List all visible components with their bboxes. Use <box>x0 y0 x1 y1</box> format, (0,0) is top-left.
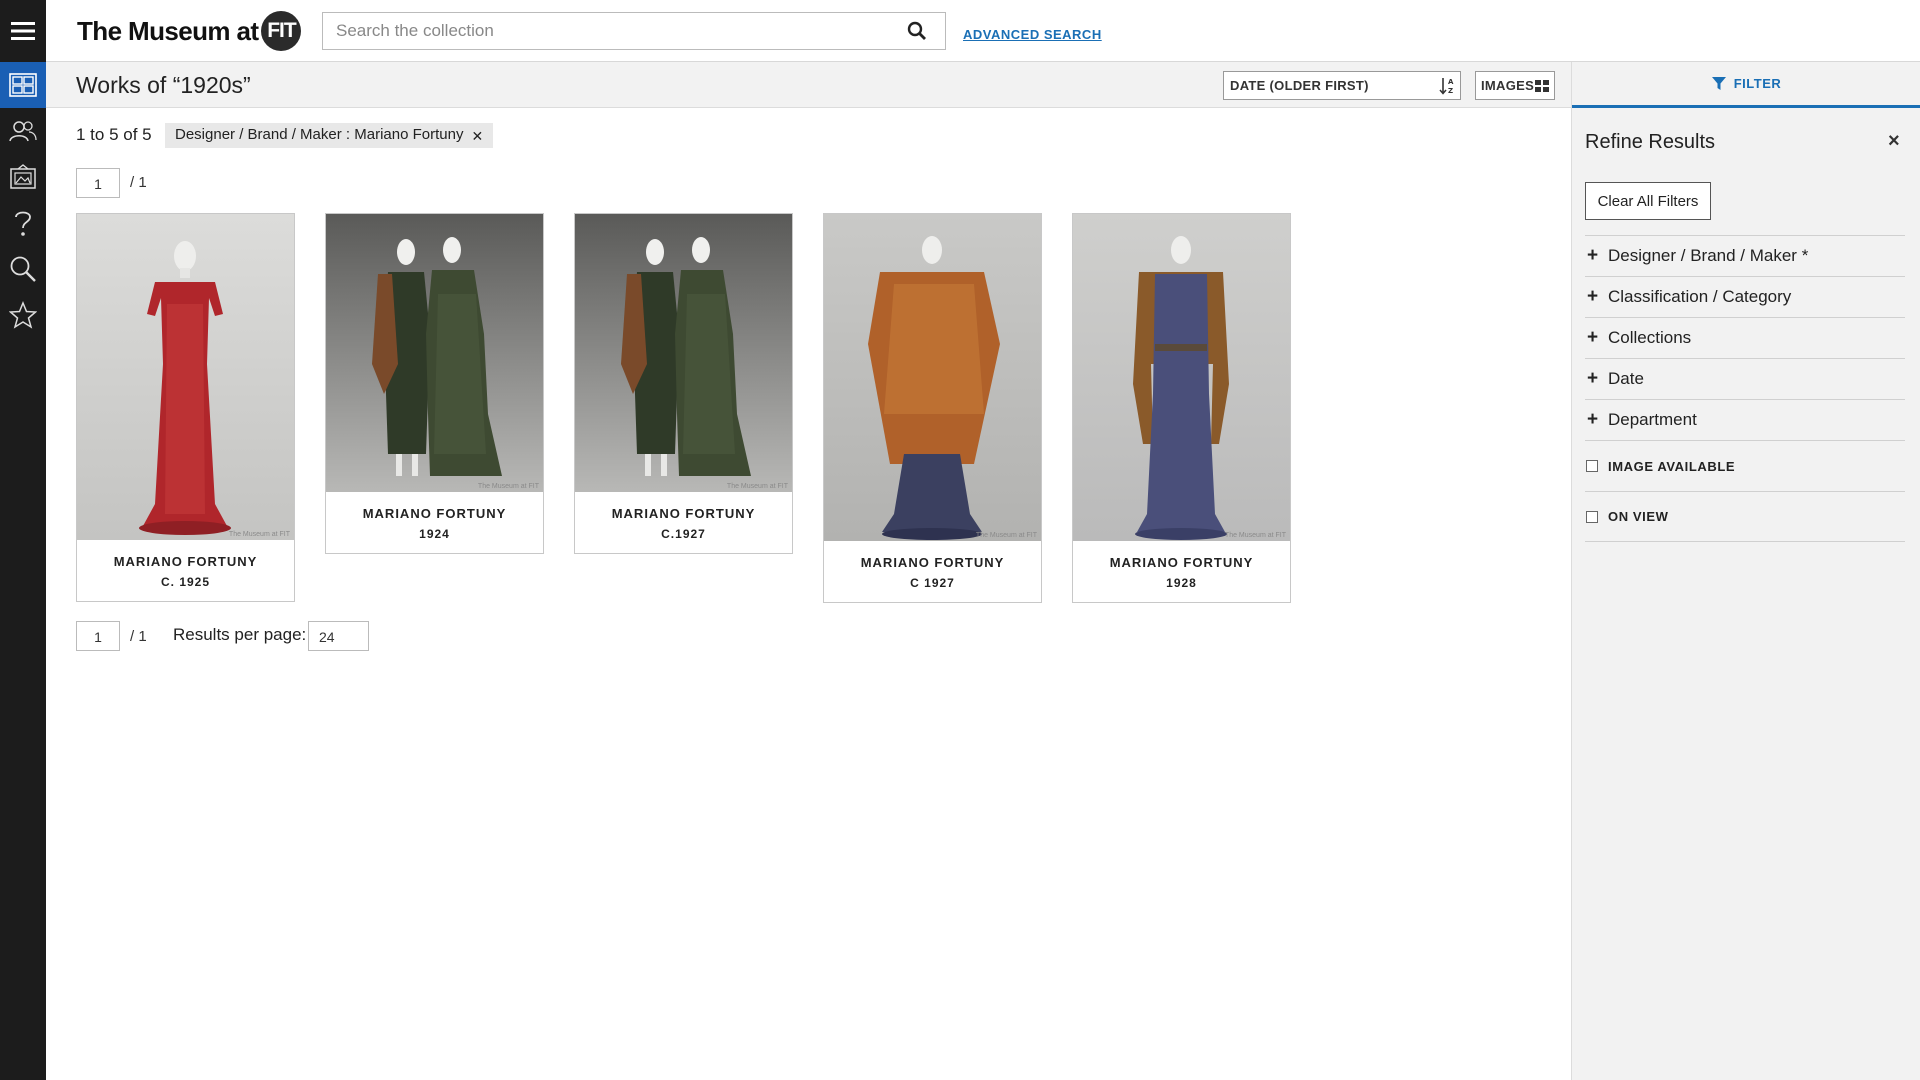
facet-label: Date <box>1608 369 1644 388</box>
results-toolbar: Works of “1920s” DATE (OLDER FIRST) AZ I… <box>46 62 1571 108</box>
item-watermark: The Museum at FIT <box>228 531 290 538</box>
item-caption: MARIANO FORTUNY C 1927 <box>824 541 1041 602</box>
collection-item-card[interactable]: The Museum at FIT MARIANO FORTUNY 1924 <box>325 213 544 554</box>
active-filter-label: Designer / Brand / Maker : Mariano Fortu… <box>175 126 464 143</box>
site-logo[interactable]: The Museum at FIT <box>77 11 302 51</box>
facet-department[interactable]: + Department <box>1585 399 1905 440</box>
sort-az-icon: AZ <box>1439 76 1455 98</box>
sort-dropdown[interactable]: DATE (OLDER FIRST) AZ <box>1223 71 1461 100</box>
close-icon[interactable]: × <box>1888 130 1900 153</box>
facet-collections[interactable]: + Collections <box>1585 317 1905 358</box>
on-view-filter: ON VIEW <box>1585 491 1905 542</box>
facet-designer[interactable]: + Designer / Brand / Maker * <box>1585 235 1905 276</box>
top-header: The Museum at FIT ADVANCED SEARCH <box>46 0 1920 62</box>
item-caption: MARIANO FORTUNY 1928 <box>1073 541 1290 602</box>
collection-item-card[interactable]: The Museum at FIT MARIANO FORTUNY 1928 <box>1072 213 1291 603</box>
item-caption: MARIANO FORTUNY C. 1925 <box>77 540 294 601</box>
logo-text: The Museum at <box>77 15 259 46</box>
collection-item-card[interactable]: The Museum at FIT MARIANO FORTUNY C. 192… <box>76 213 295 602</box>
facet-label: Classification / Category <box>1608 287 1792 306</box>
search-input[interactable] <box>323 13 883 49</box>
item-date: C.1927 <box>661 527 706 541</box>
item-maker: MARIANO FORTUNY <box>1109 555 1254 570</box>
item-watermark: The Museum at FIT <box>477 483 539 490</box>
facet-label: Department <box>1608 410 1697 429</box>
star-icon[interactable] <box>0 292 46 338</box>
logo-badge: FIT <box>261 11 302 51</box>
collection-item-card[interactable]: The Museum at FIT MARIANO FORTUNY C 1927 <box>823 213 1042 603</box>
collection-grid-icon[interactable] <box>0 62 46 108</box>
page-number-input[interactable]: 1 <box>76 168 120 198</box>
refine-results-title: Refine Results <box>1585 131 1716 153</box>
item-maker: MARIANO FORTUNY <box>362 506 507 521</box>
results-per-page-label: Results per page: <box>173 625 307 644</box>
facet-label: Collections <box>1608 328 1692 347</box>
filter-sidebar: FILTER Refine Results × Clear All Filter… <box>1571 62 1920 1080</box>
item-maker: MARIANO FORTUNY <box>611 506 756 521</box>
item-date: 1928 <box>1166 576 1197 590</box>
page-total: / 1 <box>130 174 147 191</box>
svg-text:Z: Z <box>1448 87 1453 95</box>
item-date: C. 1925 <box>160 575 211 589</box>
funnel-icon <box>1711 76 1726 90</box>
item-image[interactable]: The Museum at FIT <box>326 214 543 492</box>
people-icon[interactable] <box>0 108 46 154</box>
item-date: C 1927 <box>910 576 955 590</box>
page-total-bottom: / 1 <box>130 628 147 645</box>
expand-plus-icon: + <box>1587 286 1599 307</box>
expand-plus-icon: + <box>1587 409 1599 430</box>
remove-filter-icon[interactable]: ✕ <box>471 126 483 148</box>
item-caption: MARIANO FORTUNY 1924 <box>326 492 543 553</box>
sort-label: DATE (OLDER FIRST) <box>1230 78 1369 93</box>
facet-label: Designer / Brand / Maker * <box>1608 246 1809 265</box>
item-watermark: The Museum at FIT <box>1224 532 1286 539</box>
filter-tab[interactable]: FILTER <box>1572 62 1920 108</box>
image-available-filter: IMAGE AVAILABLE <box>1585 440 1905 491</box>
advanced-search-link[interactable]: ADVANCED SEARCH <box>963 27 1102 42</box>
clear-all-filters-button[interactable]: Clear All Filters <box>1585 182 1711 220</box>
expand-plus-icon: + <box>1587 245 1599 266</box>
item-maker: MARIANO FORTUNY <box>860 555 1005 570</box>
expand-plus-icon: + <box>1587 368 1599 389</box>
page-number-input-bottom[interactable]: 1 <box>76 621 120 651</box>
checkbox-label: ON VIEW <box>1608 509 1669 524</box>
zoom-search-icon[interactable] <box>0 246 46 292</box>
gallery-icon[interactable] <box>0 154 46 200</box>
view-mode-label: IMAGES <box>1481 78 1535 93</box>
expand-plus-icon: + <box>1587 327 1599 348</box>
result-count: 1 to 5 of 5 <box>76 125 152 144</box>
view-mode-button[interactable]: IMAGES <box>1475 71 1555 100</box>
grid-view-icon <box>1535 80 1549 95</box>
item-image[interactable]: The Museum at FIT <box>1073 214 1290 541</box>
page-title: Works of “1920s” <box>76 72 251 98</box>
item-image[interactable]: The Museum at FIT <box>824 214 1041 541</box>
item-caption: MARIANO FORTUNY C.1927 <box>575 492 792 553</box>
facet-classification[interactable]: + Classification / Category <box>1585 276 1905 317</box>
left-nav-rail <box>0 0 46 1080</box>
collection-item-card[interactable]: The Museum at FIT MARIANO FORTUNY C.1927 <box>574 213 793 554</box>
search-icon[interactable] <box>907 21 929 43</box>
svg-text:A: A <box>1448 78 1454 86</box>
facet-date[interactable]: + Date <box>1585 358 1905 399</box>
facet-list: + Designer / Brand / Maker * + Classific… <box>1585 235 1905 542</box>
item-watermark: The Museum at FIT <box>726 483 788 490</box>
on-view-checkbox[interactable] <box>1586 510 1598 523</box>
checkbox-label: IMAGE AVAILABLE <box>1608 458 1736 474</box>
item-watermark: The Museum at FIT <box>975 532 1037 539</box>
active-filter-chip[interactable]: Designer / Brand / Maker : Mariano Fortu… <box>165 123 494 148</box>
help-icon[interactable] <box>0 200 46 246</box>
item-maker: MARIANO FORTUNY <box>113 554 258 569</box>
results-per-page-input[interactable]: 24 <box>308 621 369 651</box>
item-date: 1924 <box>419 527 450 541</box>
item-image[interactable]: The Museum at FIT <box>575 214 792 492</box>
hamburger-menu-icon[interactable] <box>0 0 46 62</box>
search-box <box>322 12 946 50</box>
filter-tab-label: FILTER <box>1733 76 1782 91</box>
item-image[interactable]: The Museum at FIT <box>77 214 294 540</box>
image-available-checkbox[interactable] <box>1586 460 1598 472</box>
